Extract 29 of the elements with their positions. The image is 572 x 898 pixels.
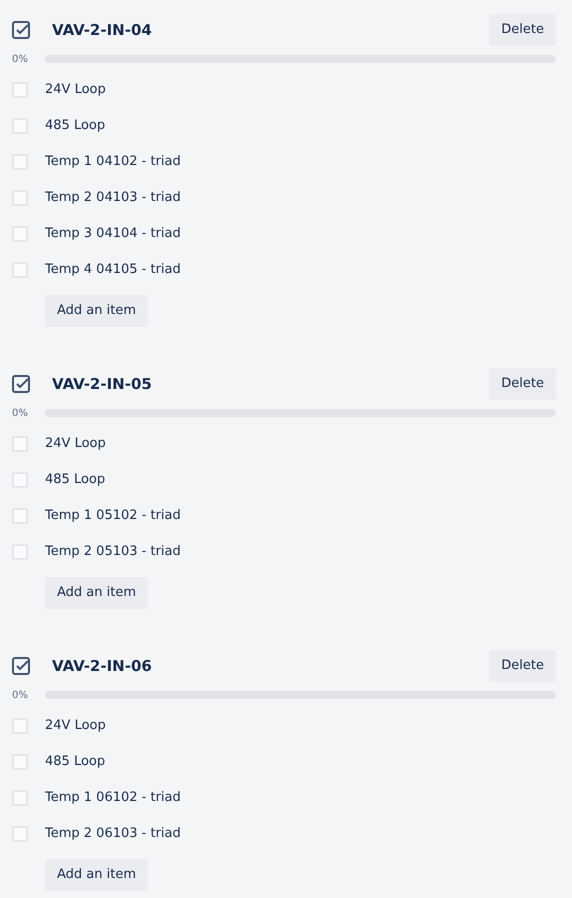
item-text: Temp 4 04105 - triad <box>45 261 181 280</box>
item-text: Temp 1 06102 - triad <box>45 789 181 808</box>
checklist-icon <box>12 21 30 39</box>
progress-percent: 0% <box>12 406 29 420</box>
item-text: Temp 1 04102 - triad <box>45 153 181 172</box>
item-text: 24V Loop <box>45 81 106 100</box>
delete-button[interactable]: Delete <box>489 368 556 400</box>
item-text: 24V Loop <box>45 717 106 736</box>
checklist-icon <box>12 657 30 675</box>
item-text: Temp 2 06103 - triad <box>45 825 181 844</box>
item-text: Temp 2 05103 - triad <box>45 543 181 562</box>
add-item-button[interactable]: Add an item <box>45 859 148 891</box>
progress-percent: 0% <box>12 52 29 66</box>
checklist-title: VAV-2-IN-05 <box>52 374 153 395</box>
checklist-title: VAV-2-IN-06 <box>52 656 153 677</box>
delete-button[interactable]: Delete <box>489 14 556 46</box>
item-text: Temp 2 04103 - triad <box>45 189 181 208</box>
item-text: 485 Loop <box>45 753 106 772</box>
item-text: 485 Loop <box>45 471 106 490</box>
item-text: 485 Loop <box>45 117 106 136</box>
add-item-button[interactable]: Add an item <box>45 295 148 327</box>
add-item-button[interactable]: Add an item <box>45 577 148 609</box>
delete-button[interactable]: Delete <box>489 650 556 682</box>
progress-percent: 0% <box>12 688 29 702</box>
checklist-icon <box>12 375 30 393</box>
item-text: 24V Loop <box>45 435 106 454</box>
item-text: Temp 1 05102 - triad <box>45 507 181 526</box>
checklist-title: VAV-2-IN-04 <box>52 20 153 41</box>
item-text: Temp 3 04104 - triad <box>45 225 181 244</box>
